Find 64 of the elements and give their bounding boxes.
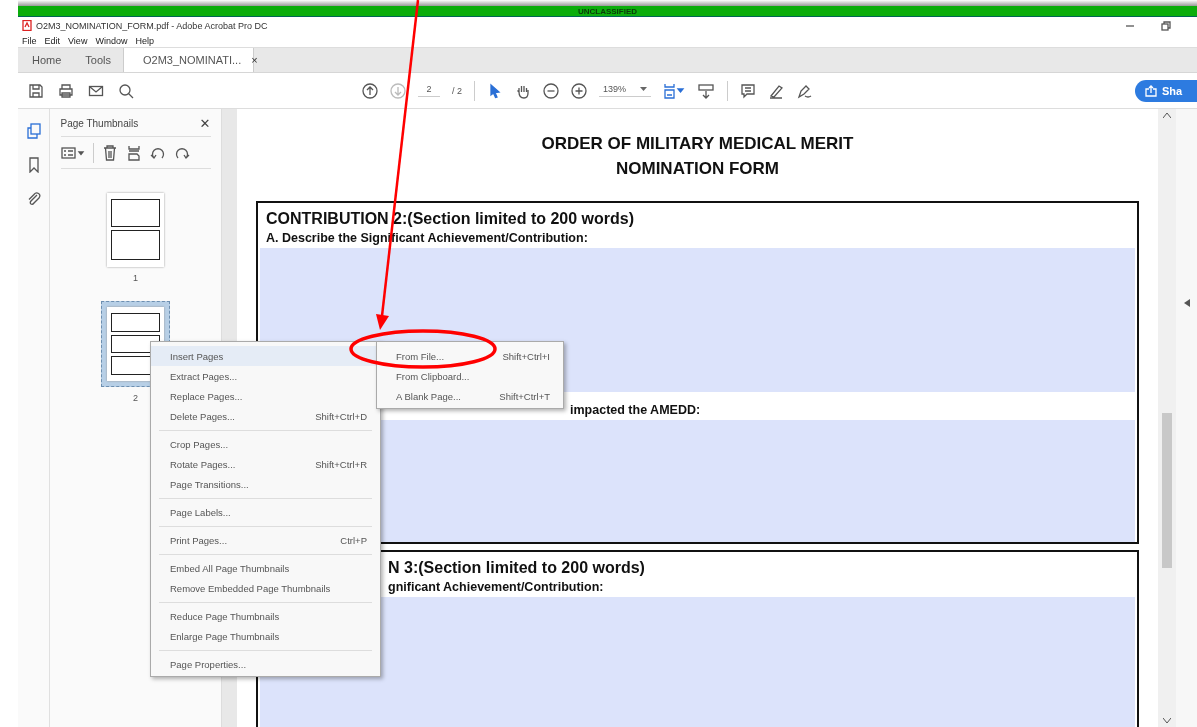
expand-panel-icon[interactable]: [1183, 299, 1190, 307]
menu-item[interactable]: Embed All Page Thumbnails: [151, 558, 380, 578]
menu-item[interactable]: From File... Shift+Ctrl+I: [377, 346, 563, 366]
zoom-dropdown[interactable]: 139%: [599, 84, 652, 97]
scroll-mode-icon[interactable]: [697, 82, 716, 99]
panel-title: Page Thumbnails: [60, 118, 139, 129]
menu-item[interactable]: Page Transitions...: [151, 474, 380, 494]
menu-item[interactable]: Remove Embedded Page Thumbnails: [151, 578, 380, 598]
nav-tab[interactable]: Tools: [73, 48, 124, 72]
comment-icon[interactable]: [740, 82, 757, 99]
page-number: 2: [133, 393, 138, 403]
menu-item[interactable]: Print Pages... Ctrl+P: [151, 530, 380, 550]
restore-icon[interactable]: [1161, 20, 1171, 31]
scroll-down-icon[interactable]: [1163, 718, 1171, 723]
page-number: 1: [133, 273, 138, 283]
zoom-out-icon[interactable]: [543, 82, 559, 99]
fit-page-icon[interactable]: [663, 82, 686, 99]
field-label: impacted the AMEDD:: [570, 402, 701, 418]
classification-banner: UNCLASSIFIED: [18, 6, 1197, 17]
menu-item[interactable]: Enlarge Page Thumbnails: [151, 626, 380, 646]
options-menu-icon[interactable]: [60, 144, 85, 161]
menu-item[interactable]: Delete Pages... Shift+Ctrl+D: [151, 406, 380, 426]
field-label: gnificant Achievement/Contribution:: [388, 579, 604, 595]
save-icon[interactable]: [28, 82, 44, 99]
print-icon[interactable]: [58, 82, 74, 99]
scroll-thumb[interactable]: [1162, 413, 1172, 568]
menu-item[interactable]: File: [22, 35, 37, 46]
previous-page-icon[interactable]: [362, 82, 378, 99]
menu-item[interactable]: Reduce Page Thumbnails: [151, 606, 380, 626]
menu-item[interactable]: Page Labels...: [151, 502, 380, 522]
scrollbar[interactable]: [1158, 109, 1176, 727]
zoom-search-icon[interactable]: [118, 82, 134, 99]
insert-page-icon[interactable]: [125, 144, 142, 161]
menu-item[interactable]: Page Properties...: [151, 654, 380, 674]
document-title: NOMINATION FORM: [615, 158, 780, 180]
trash-icon[interactable]: [101, 144, 118, 161]
close-panel-button[interactable]: ✕: [199, 116, 211, 131]
document-tab[interactable]: O2M3_NOMINATI... ×: [123, 48, 255, 72]
menu-item[interactable]: Edit: [44, 35, 61, 46]
select-arrow-icon[interactable]: [487, 82, 503, 99]
pdf-file-icon: [22, 20, 32, 31]
menu-item[interactable]: From Clipboard...: [377, 366, 563, 386]
share-icon[interactable]: [1145, 84, 1157, 97]
menu-item[interactable]: Extract Pages...: [151, 366, 380, 386]
zoom-in-icon[interactable]: [571, 82, 587, 99]
menu-item[interactable]: Rotate Pages... Shift+Ctrl+R: [151, 454, 380, 474]
menu-item[interactable]: Crop Pages...: [151, 434, 380, 454]
page-count: / 2: [452, 85, 462, 96]
page-number-field[interactable]: 2: [418, 84, 440, 97]
document-title: ORDER OF MILITARY MEDICAL MERIT: [541, 133, 854, 155]
menu-item[interactable]: Replace Pages...: [151, 386, 380, 406]
close-tab-icon[interactable]: ×: [251, 54, 258, 66]
page-thumbnail[interactable]: [107, 193, 164, 267]
menu-item[interactable]: Help: [135, 35, 154, 46]
menu-item[interactable]: View: [68, 35, 88, 46]
share-button[interactable]: Sha: [1135, 79, 1197, 102]
scroll-up-icon[interactable]: [1163, 113, 1171, 118]
nav-tab[interactable]: Home: [20, 48, 74, 72]
menu-item[interactable]: A Blank Page... Shift+Ctrl+T: [377, 386, 563, 406]
pages-icon[interactable]: [25, 123, 42, 139]
window-title: O2M3_NOMINATION_FORM.pdf - Adobe Acrobat Pro DC: [36, 20, 268, 31]
caret-icon[interactable]: [640, 87, 648, 91]
menu-item[interactable]: Window: [95, 35, 128, 46]
section-heading: N 3:(Section limited to 200 words): [388, 558, 645, 578]
